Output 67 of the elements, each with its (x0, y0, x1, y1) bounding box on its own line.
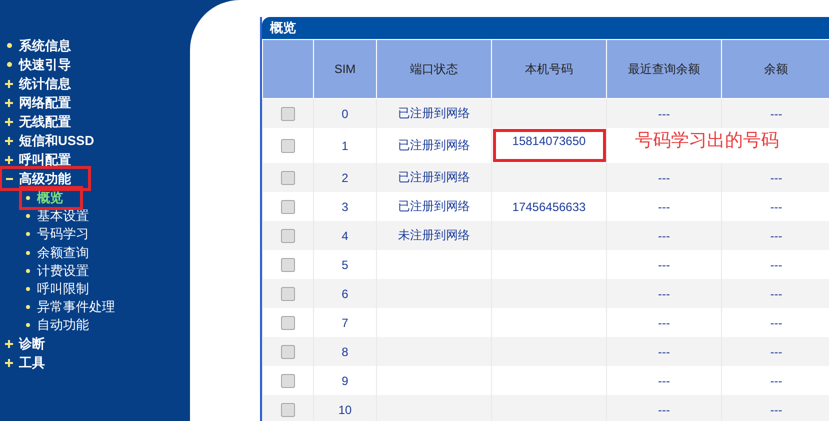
checkbox[interactable] (281, 106, 295, 121)
table-cell: 0 (314, 98, 376, 128)
table-cell: --- (722, 163, 829, 192)
table-cell: 已注册到网络 (376, 163, 492, 192)
table-cell: --- (722, 279, 829, 308)
table-cell: 10 (314, 395, 376, 421)
checkbox[interactable] (281, 138, 295, 153)
sidebar-item[interactable]: 诊断 (0, 334, 45, 354)
sidebar-subitem[interactable]: 计费设置 (22, 262, 89, 280)
table-cell: --- (722, 337, 829, 366)
table-cell: 8 (314, 337, 376, 366)
plus-icon (5, 156, 13, 164)
plus-icon (5, 340, 13, 348)
plus-icon (5, 359, 13, 367)
table-cell: --- (722, 395, 829, 421)
table-cell: 4 (314, 221, 376, 250)
table-cell: 未注册到网络 (376, 221, 492, 250)
sidebar-item[interactable]: 短信和USSD (0, 131, 94, 150)
sidebar-subitem[interactable]: 号码学习 (22, 225, 89, 244)
checkbox[interactable] (281, 402, 295, 417)
annotation-text: 号码学习出的号码 (635, 130, 779, 150)
table-cell: 6 (314, 279, 376, 308)
bullet-icon (6, 62, 12, 67)
sidebar-item[interactable]: 统计信息 (0, 74, 71, 93)
sidebar-item[interactable]: 系统信息 (0, 36, 71, 55)
column-header: SIM (314, 40, 376, 98)
bullet-icon (6, 43, 12, 48)
plus-icon (5, 80, 13, 88)
table-cell: 已注册到网络 (376, 98, 492, 128)
checkbox[interactable] (281, 258, 295, 272)
column-header: 本机号码 (492, 40, 606, 98)
plus-icon (5, 98, 13, 106)
checkbox[interactable] (281, 228, 295, 243)
table-cell: --- (606, 98, 722, 128)
table-cell: --- (606, 279, 722, 308)
sidebar-item[interactable]: 快速引导 (0, 55, 71, 74)
checkbox[interactable] (281, 200, 295, 214)
checkbox[interactable] (281, 344, 295, 359)
checkbox[interactable] (281, 374, 295, 388)
sidebar-subitem[interactable]: 概览 (22, 189, 80, 208)
column-header: 最近查询余额 (606, 40, 722, 98)
table-cell: --- (722, 221, 829, 250)
table-cell: --- (606, 163, 722, 192)
table-cell: --- (606, 221, 722, 250)
checkbox[interactable] (281, 170, 295, 185)
table-cell: --- (606, 395, 722, 421)
minus-icon (6, 178, 12, 180)
sidebar-subitem[interactable]: 余额查询 (22, 244, 89, 262)
column-header: 余额 (722, 40, 829, 98)
sidebar-item[interactable]: 高级功能 (2, 169, 88, 188)
sidebar-item[interactable]: 网络配置 (0, 93, 71, 112)
sidebar-subitem[interactable]: 自动功能 (22, 316, 89, 334)
sidebar-subitem[interactable]: 异常事件处理 (22, 298, 115, 316)
checkbox[interactable] (281, 316, 295, 330)
table-cell: 15814073650 (492, 128, 606, 163)
column-header: 端口状态 (376, 40, 492, 98)
table-cell: 2 (314, 163, 376, 192)
sidebar-subitem[interactable]: 呼叫限制 (22, 280, 89, 298)
table-cell: --- (606, 337, 722, 366)
sidebar-item[interactable]: 无线配置 (0, 112, 71, 131)
panel-title: 概览 (262, 17, 829, 39)
sidebar-item[interactable]: 工具 (0, 354, 45, 372)
checkbox[interactable] (281, 286, 295, 301)
sidebar-item[interactable]: 呼叫配置 (0, 150, 71, 169)
plus-icon (5, 118, 13, 126)
table-cell: --- (722, 98, 829, 128)
plus-icon (5, 136, 13, 144)
